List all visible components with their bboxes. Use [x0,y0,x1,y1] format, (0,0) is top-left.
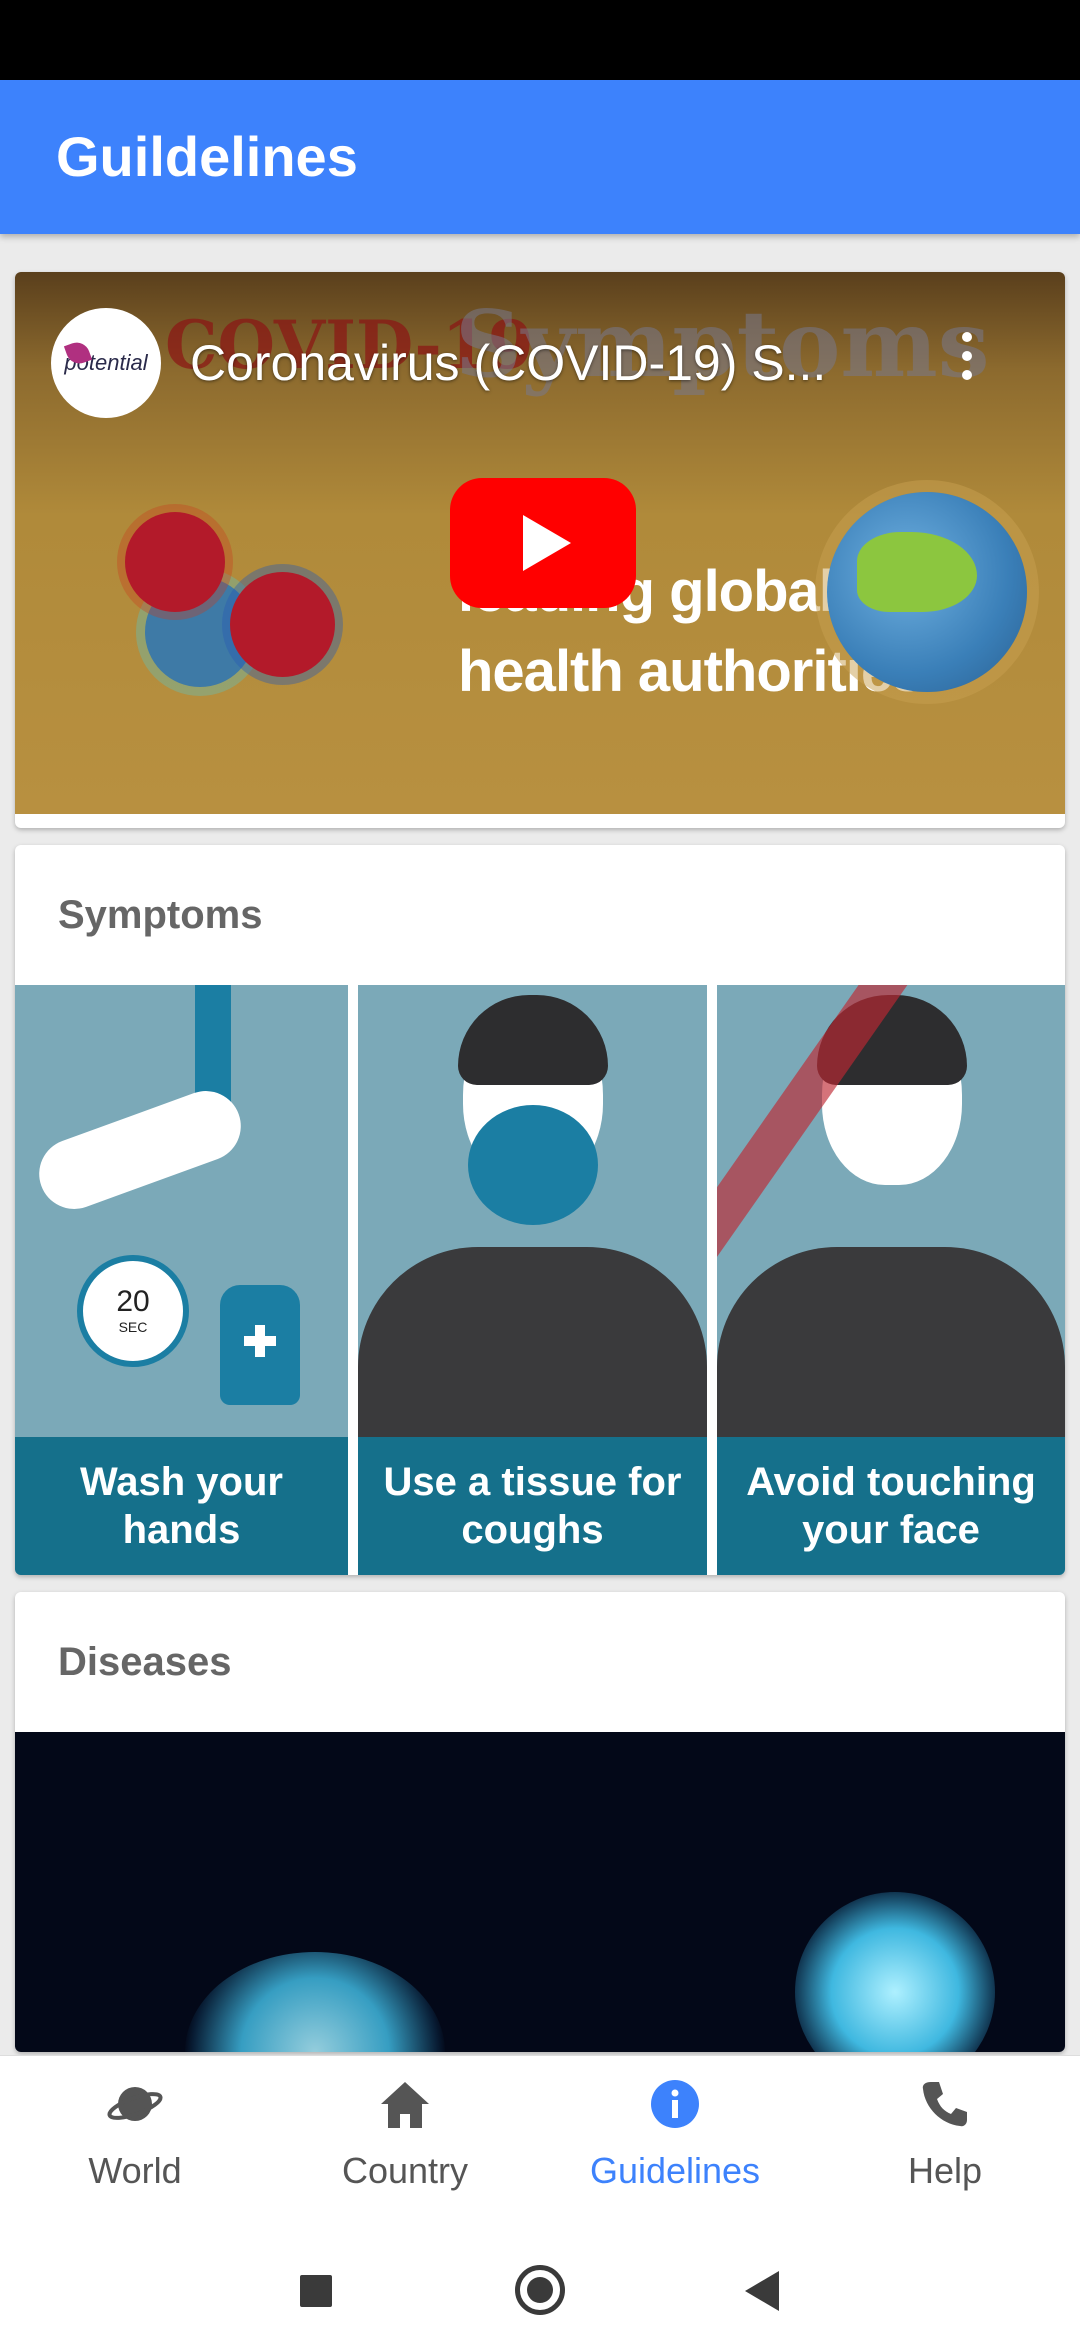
virus-illustration [230,572,335,677]
symptoms-card: Symptoms 20 SEC Wash your hands Use a ti… [15,845,1065,1575]
nav-label: World [88,2150,182,2191]
status-bar [0,0,1080,80]
phone-icon [922,2082,967,2127]
diseases-card: Diseases [15,1592,1065,2052]
nav-item-world[interactable]: World [0,2076,270,2206]
back-icon[interactable] [745,2271,779,2311]
page-title: Guildelines [56,125,358,188]
nav-item-country[interactable]: Country [270,2076,540,2206]
info-icon [651,2080,699,2128]
symptom-tile-avoid-face[interactable]: Avoid touching your face [717,985,1065,1575]
video-title[interactable]: Coronavirus (COVID-19) S... [190,334,826,392]
nav-label: Guidelines [589,2150,761,2191]
diseases-image[interactable] [15,1732,1065,2052]
video-player[interactable]: COVID-19 Symptoms g to leading global he… [15,272,1065,814]
timer-unit: SEC [118,1319,148,1335]
symptom-tile-wash-hands[interactable]: 20 SEC Wash your hands [15,985,348,1575]
home-button-icon[interactable] [515,2265,565,2315]
tissue-icon [468,1105,598,1225]
tile-caption: Wash your hands [15,1437,348,1575]
symptom-tile-tissue[interactable]: Use a tissue for coughs [358,985,707,1575]
person-illustration [358,1247,707,1437]
timer-icon: 20 SEC [77,1255,189,1367]
more-options-icon[interactable] [955,332,979,392]
section-title-symptoms: Symptoms [58,893,263,937]
system-navigation-bar [0,2215,1080,2340]
home-icon [381,2082,429,2128]
nav-item-help[interactable]: Help [810,2076,1080,2206]
coronavirus-illustration [185,1952,445,2052]
timer-value: 20 [116,1285,150,1318]
nav-item-guidelines[interactable]: Guidelines [540,2076,810,2206]
tile-caption: Use a tissue for coughs [358,1437,707,1575]
play-icon [523,515,571,571]
hand-icon [29,1081,251,1219]
section-title-diseases: Diseases [58,1640,232,1684]
nav-label: Country [341,2150,469,2191]
bottom-navigation: World Country Guidelines Help [0,2055,1080,2215]
coronavirus-illustration [795,1892,995,2052]
nav-label: Help [907,2150,983,2191]
globe-illustration [827,492,1027,692]
hair-illustration [458,995,608,1085]
tile-caption: Avoid touching your face [717,1437,1065,1575]
person-illustration [717,1247,1065,1437]
channel-avatar[interactable]: potential [51,308,161,418]
recents-icon[interactable] [300,2275,332,2307]
planet-icon [107,2087,163,2121]
virus-illustration [125,512,225,612]
sanitizer-bottle-icon [220,1285,300,1405]
video-card: COVID-19 Symptoms g to leading global he… [15,272,1065,828]
symptoms-tiles: 20 SEC Wash your hands Use a tissue for … [15,985,1065,1575]
app-bar: Guildelines [0,80,1080,234]
play-button[interactable] [450,478,636,608]
